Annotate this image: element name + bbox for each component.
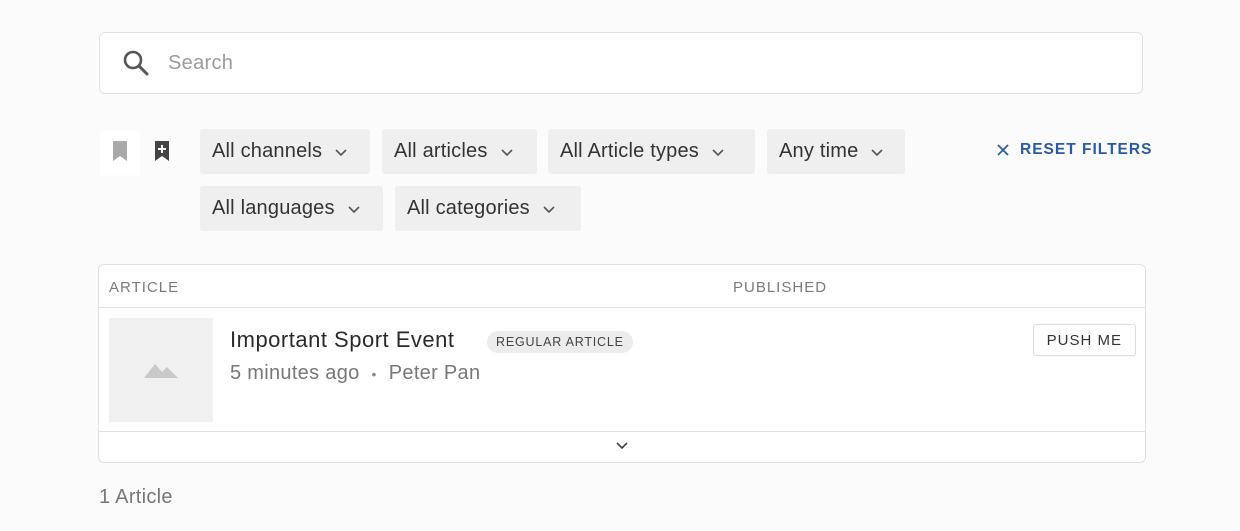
column-header-published[interactable]: PUBLISHED — [733, 279, 827, 296]
article-meta: 5 minutes ago • Peter Pan — [230, 362, 480, 385]
chevron-down-icon — [542, 202, 556, 216]
bookmark-icon — [111, 140, 129, 167]
image-placeholder-icon — [144, 358, 178, 383]
article-thumbnail — [109, 318, 213, 422]
chevron-down-icon — [500, 145, 514, 159]
search-bar[interactable] — [99, 32, 1143, 94]
filter-label: Any time — [779, 140, 859, 162]
push-button[interactable]: PUSH ME — [1032, 324, 1136, 356]
table-header: ARTICLE PUBLISHED — [99, 265, 1145, 308]
search-icon — [122, 49, 150, 77]
article-title[interactable]: Important Sport Event — [230, 327, 455, 353]
close-icon — [996, 143, 1010, 157]
filter-label: All Article types — [560, 140, 700, 162]
filter-articles[interactable]: All articles — [382, 129, 537, 174]
table-row[interactable]: Important Sport Event REGULAR ARTICLE 5 … — [99, 308, 1145, 432]
filter-article-types[interactable]: All Article types — [548, 129, 755, 174]
chevron-down-icon — [334, 145, 348, 159]
filter-channels[interactable]: All channels — [200, 129, 370, 174]
add-bookmark-button[interactable] — [142, 131, 182, 175]
chevron-down-icon — [870, 145, 884, 159]
reset-filters-button[interactable]: RESET FILTERS — [996, 139, 1152, 161]
filter-languages[interactable]: All languages — [200, 186, 383, 231]
chevron-down-icon — [711, 145, 725, 159]
chevron-down-icon — [615, 438, 629, 457]
filter-time[interactable]: Any time — [767, 129, 905, 174]
bookmark-add-icon — [153, 140, 171, 167]
filter-label: All categories — [407, 197, 530, 219]
meta-separator: • — [371, 365, 377, 382]
filter-label: All articles — [394, 140, 488, 162]
search-input[interactable] — [166, 42, 1070, 84]
article-time: 5 minutes ago — [230, 362, 360, 384]
reset-filters-label: RESET FILTERS — [1020, 141, 1153, 158]
column-header-article[interactable]: ARTICLE — [109, 279, 179, 296]
filter-label: All channels — [212, 140, 323, 162]
chevron-down-icon — [347, 202, 361, 216]
bookmark-button[interactable] — [100, 131, 140, 175]
filter-label: All languages — [212, 197, 335, 219]
filter-categories[interactable]: All categories — [395, 186, 581, 231]
article-count: 1 Article — [99, 486, 173, 508]
article-author: Peter Pan — [388, 362, 481, 384]
expand-row-button[interactable] — [99, 432, 1145, 462]
articles-table: ARTICLE PUBLISHED Important Sport Event … — [98, 264, 1146, 463]
article-type-badge: REGULAR ARTICLE — [487, 331, 633, 353]
